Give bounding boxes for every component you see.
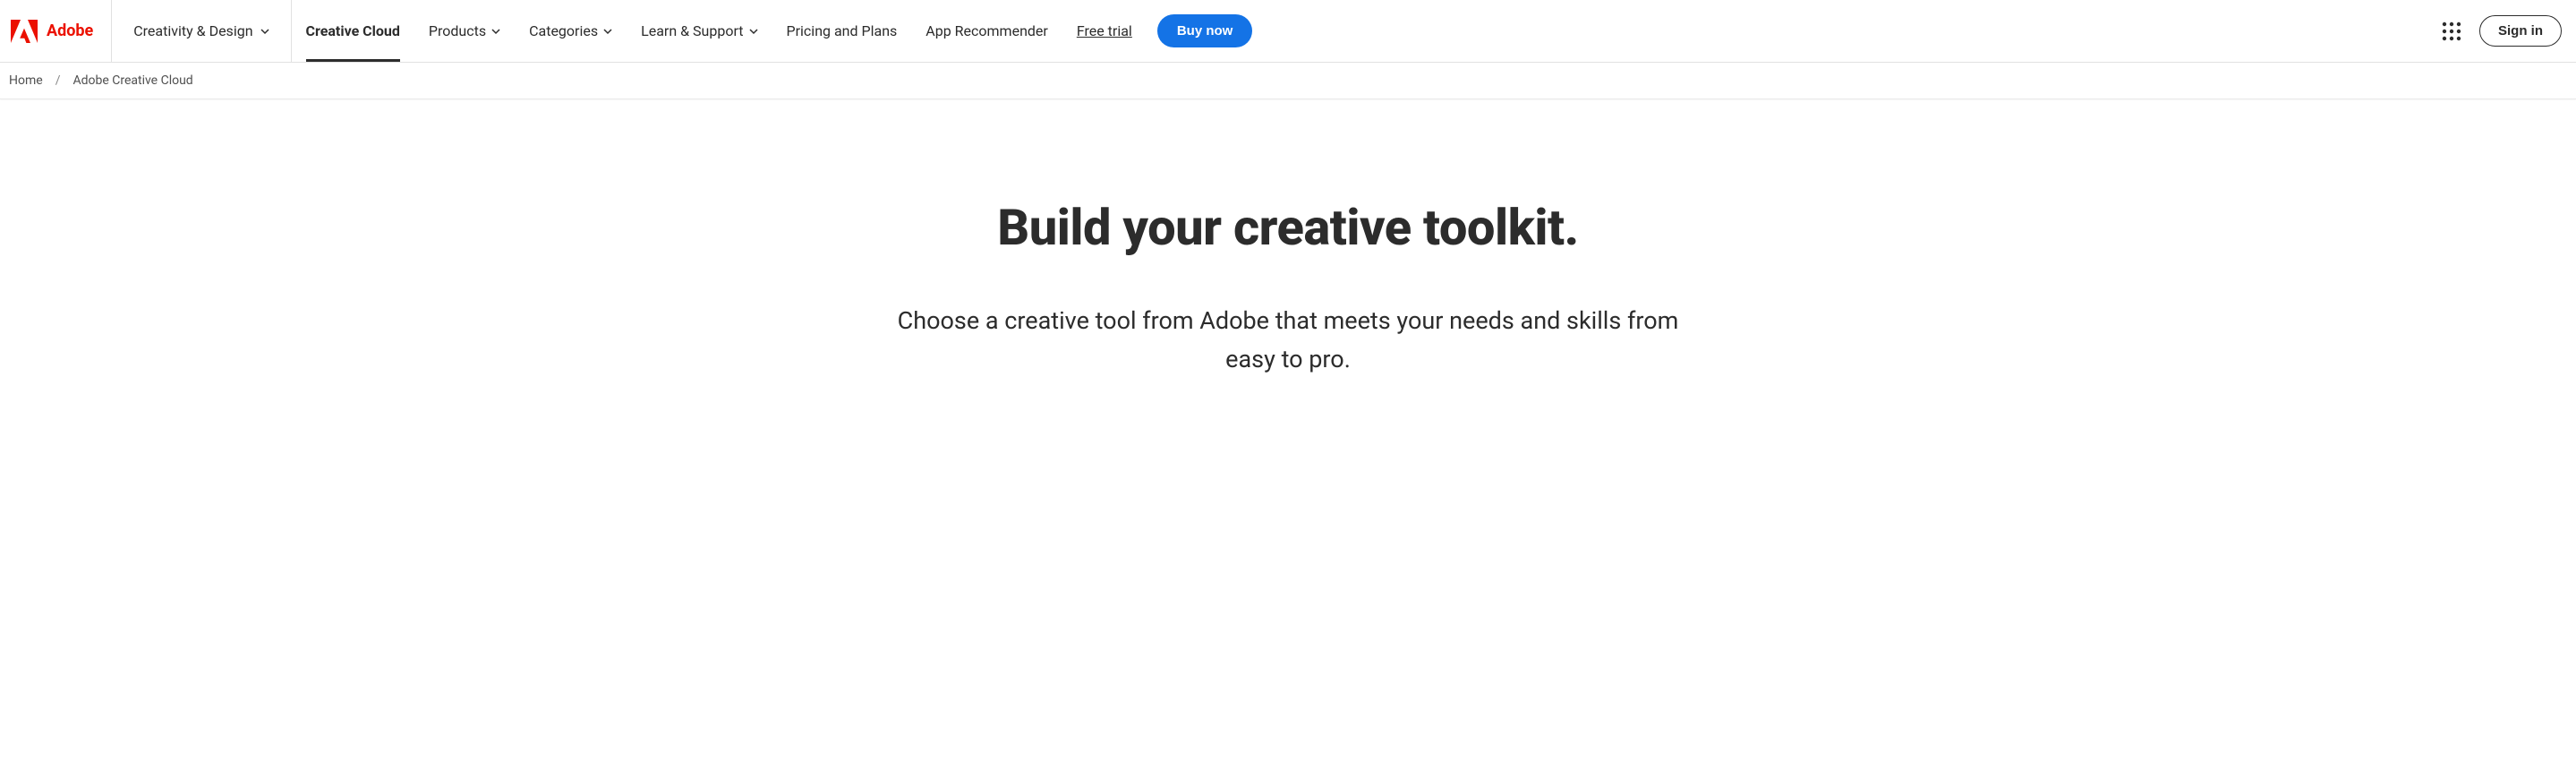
nav-item-free-trial[interactable]: Free trial bbox=[1062, 0, 1147, 62]
breadcrumb-home[interactable]: Home bbox=[9, 73, 43, 88]
nav-label: Learn & Support bbox=[641, 22, 743, 39]
hero-title: Build your creative toolkit. bbox=[36, 198, 2540, 257]
nav-items-container: Creative Cloud Products Categories Learn… bbox=[292, 0, 2442, 62]
chevron-down-icon bbox=[603, 27, 612, 36]
nav-item-learn-support[interactable]: Learn & Support bbox=[627, 0, 772, 62]
chevron-down-icon bbox=[491, 27, 500, 36]
hero-section: Build your creative toolkit. Choose a cr… bbox=[0, 99, 2576, 433]
adobe-logo-icon bbox=[11, 20, 38, 43]
nav-label: Categories bbox=[529, 22, 598, 39]
nav-right-section: Sign in bbox=[2442, 15, 2569, 47]
category-label: Creativity & Design bbox=[133, 22, 252, 39]
category-dropdown[interactable]: Creativity & Design bbox=[112, 0, 291, 62]
sign-in-button[interactable]: Sign in bbox=[2479, 15, 2562, 47]
buy-now-button[interactable]: Buy now bbox=[1157, 14, 1253, 47]
breadcrumb-current[interactable]: Adobe Creative Cloud bbox=[73, 73, 192, 88]
free-trial-label: Free trial bbox=[1077, 22, 1132, 39]
breadcrumb-separator: / bbox=[55, 73, 61, 88]
nav-item-creative-cloud[interactable]: Creative Cloud bbox=[292, 0, 414, 62]
nav-item-app-recommender[interactable]: App Recommender bbox=[911, 0, 1062, 62]
nav-item-pricing[interactable]: Pricing and Plans bbox=[772, 0, 912, 62]
chevron-down-icon bbox=[260, 27, 269, 36]
chevron-down-icon bbox=[749, 27, 758, 36]
adobe-logo-link[interactable]: Adobe bbox=[0, 0, 112, 62]
top-navigation: Adobe Creativity & Design Creative Cloud… bbox=[0, 0, 2576, 63]
nav-label: App Recommender bbox=[925, 22, 1048, 39]
nav-label: Creative Cloud bbox=[306, 22, 400, 39]
hero-subtitle: Choose a creative tool from Adobe that m… bbox=[885, 302, 1691, 379]
breadcrumb: Home / Adobe Creative Cloud bbox=[0, 63, 2576, 99]
nav-label: Pricing and Plans bbox=[787, 22, 898, 39]
adobe-brand-text: Adobe bbox=[47, 21, 93, 40]
apps-grid-icon[interactable] bbox=[2442, 21, 2461, 41]
nav-item-products[interactable]: Products bbox=[414, 0, 515, 62]
nav-item-categories[interactable]: Categories bbox=[515, 0, 627, 62]
nav-label: Products bbox=[429, 22, 486, 39]
